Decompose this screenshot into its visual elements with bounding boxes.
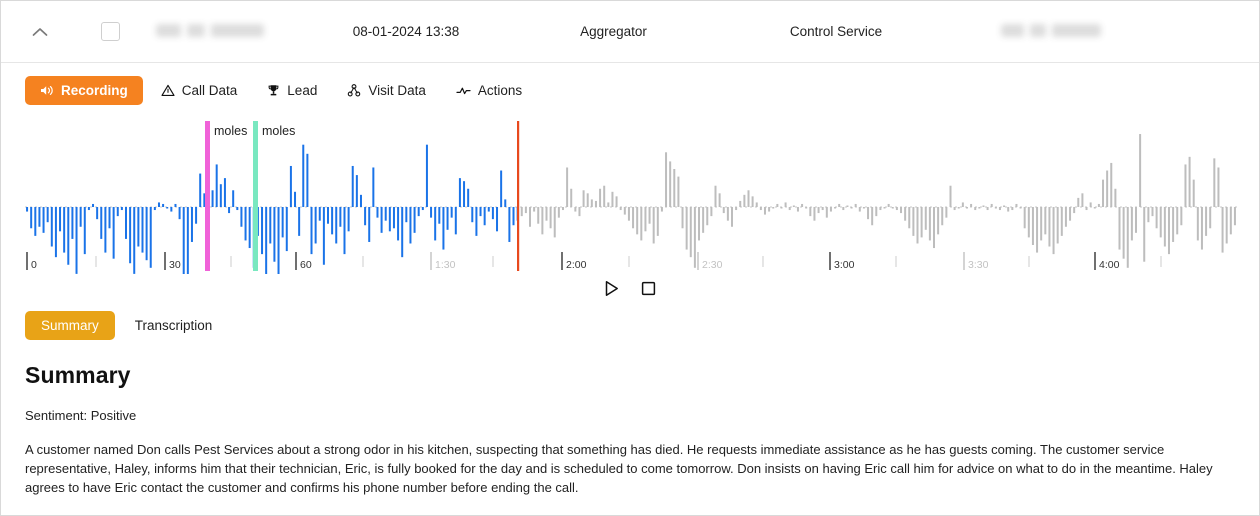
call-phone-redacted xyxy=(1001,23,1101,37)
tab-recording-label: Recording xyxy=(61,83,128,98)
waveform-canvas[interactable]: 0 30 60 1:30 2:00 2:30 3:00 3:30 4:00 xyxy=(25,119,1237,274)
svg-text:3:30: 3:30 xyxy=(968,259,989,271)
svg-text:2:00: 2:00 xyxy=(566,259,587,271)
tab-actions-label: Actions xyxy=(477,83,523,98)
zigzag-icon xyxy=(456,84,471,97)
trophy-icon xyxy=(267,84,280,97)
call-datetime: 08-01-2024 13:38 xyxy=(352,24,460,39)
svg-text:3:00: 3:00 xyxy=(834,259,855,271)
tab-visit-data-label: Visit Data xyxy=(368,83,426,98)
svg-text:4:00: 4:00 xyxy=(1099,259,1120,271)
tab-call-data-label: Call Data xyxy=(181,83,238,98)
call-id-redacted xyxy=(156,23,264,37)
sound-icon xyxy=(40,84,54,97)
svg-text:1:30: 1:30 xyxy=(435,259,456,271)
marker-label-1: moles xyxy=(260,124,298,138)
row-select-checkbox[interactable] xyxy=(101,22,120,41)
tab-summary[interactable]: Summary xyxy=(25,311,115,340)
chevron-up-icon[interactable] xyxy=(23,15,57,49)
summary-tab-strip: Summary Transcription xyxy=(1,297,1259,340)
svg-text:30: 30 xyxy=(169,259,181,271)
tab-lead[interactable]: Lead xyxy=(255,76,329,105)
svg-text:0: 0 xyxy=(31,259,37,271)
tab-lead-label: Lead xyxy=(287,83,318,98)
sentiment-text: Sentiment: Positive xyxy=(25,408,137,423)
call-header-row: 08-01-2024 13:38 Aggregator Control Serv… xyxy=(1,1,1259,63)
summary-heading: Summary xyxy=(25,362,131,388)
stop-icon[interactable] xyxy=(640,280,657,297)
warning-icon xyxy=(161,84,175,97)
waveform-player[interactable]: 0 30 60 1:30 2:00 2:30 3:00 3:30 4:00 moles mole… xyxy=(25,119,1237,274)
call-aggregator: Aggregator xyxy=(580,24,647,39)
marker-label-0: moles xyxy=(212,124,250,138)
svg-text:2:30: 2:30 xyxy=(702,259,723,271)
call-detail-panel: 08-01-2024 13:38 Aggregator Control Serv… xyxy=(0,0,1260,516)
summary-body: A customer named Don calls Pest Services… xyxy=(25,442,1213,495)
tab-actions[interactable]: Actions xyxy=(444,76,534,105)
transport-controls xyxy=(1,280,1259,297)
call-service: Control Service xyxy=(789,24,883,39)
call-id xyxy=(156,23,306,40)
detail-tab-strip: Recording Call Data Lead Visit Data Acti… xyxy=(1,63,1259,105)
tab-transcription[interactable]: Transcription xyxy=(125,311,223,340)
tab-visit-data[interactable]: Visit Data xyxy=(335,76,438,105)
tab-call-data[interactable]: Call Data xyxy=(149,76,250,105)
network-icon xyxy=(347,84,361,97)
svg-text:60: 60 xyxy=(300,259,312,271)
tab-recording[interactable]: Recording xyxy=(25,76,143,105)
call-phone xyxy=(951,23,1151,40)
play-icon[interactable] xyxy=(603,280,620,297)
